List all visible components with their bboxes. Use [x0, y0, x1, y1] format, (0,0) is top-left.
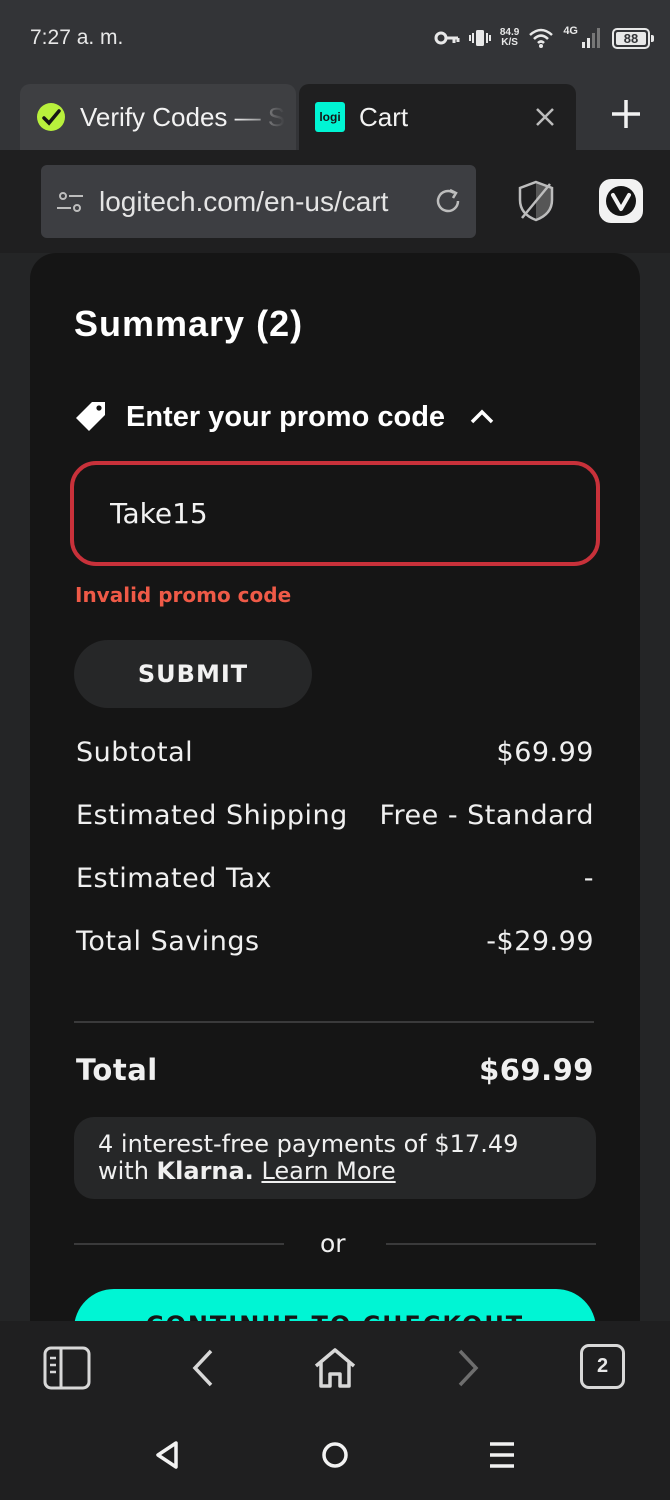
network-type: 4G — [563, 25, 578, 37]
row-value: $69.99 — [496, 737, 594, 768]
row-label: Estimated Shipping — [76, 800, 348, 831]
url-field[interactable]: logitech.com/en-us/cart — [41, 165, 476, 238]
promo-code-input[interactable] — [70, 461, 600, 566]
logi-favicon-text: logi — [319, 110, 341, 124]
subtotal-row: Subtotal $69.99 — [76, 737, 594, 768]
promo-toggle-label: Enter your promo code — [126, 400, 446, 433]
tab-switcher-button[interactable]: 2 — [580, 1344, 625, 1389]
tracker-blocker-shield-icon[interactable] — [514, 178, 558, 224]
verify-favicon-icon — [36, 102, 66, 132]
savings-row: Total Savings -$29.99 — [76, 926, 594, 957]
back-button[interactable] — [177, 1343, 227, 1393]
chevron-up-icon — [470, 409, 494, 424]
tab-title: Cart — [359, 101, 409, 132]
tab-count: 2 — [596, 1355, 609, 1377]
klarna-line1: 4 interest-free payments of $17.49 — [98, 1130, 519, 1158]
home-button[interactable] — [310, 1343, 360, 1393]
tab-strip: Verify Codes — S logi Cart — [0, 80, 670, 150]
tab-title: Verify Codes — S — [80, 101, 286, 132]
divider — [74, 1021, 594, 1023]
row-label: Total Savings — [76, 926, 260, 957]
forward-arrow-icon — [458, 1349, 479, 1387]
row-label: Estimated Tax — [76, 863, 273, 894]
panel-icon — [43, 1346, 91, 1390]
summary-title: Summary (2) — [74, 303, 304, 344]
system-recents-icon[interactable] — [482, 1435, 522, 1475]
signal-icon — [582, 28, 600, 48]
system-home-icon[interactable] — [315, 1435, 355, 1475]
status-icons: 84.9 K/S 4G 88 — [434, 22, 654, 54]
row-value: -$29.99 — [486, 926, 594, 957]
shipping-row: Estimated Shipping Free - Standard — [76, 800, 594, 831]
speed-unit: K/S — [501, 37, 518, 48]
tax-row: Estimated Tax - — [76, 863, 594, 894]
total-row: Total $69.99 — [76, 1053, 594, 1087]
url-text: logitech.com/en-us/cart — [99, 185, 389, 217]
site-settings-icon[interactable] — [55, 187, 85, 217]
row-value: - — [583, 863, 594, 894]
submit-promo-button[interactable]: SUBMIT — [74, 640, 312, 708]
forward-button[interactable] — [444, 1343, 494, 1393]
panel-toggle-button[interactable] — [42, 1343, 92, 1393]
vibrate-icon — [468, 30, 491, 46]
klarna-payment-info: 4 interest-free payments of $17.49 with … — [74, 1117, 596, 1199]
tab-cart[interactable]: logi Cart — [299, 84, 576, 150]
klarna-line2: with Klarna. Learn More — [98, 1158, 572, 1185]
or-divider-right — [386, 1243, 596, 1245]
row-label: Subtotal — [76, 737, 194, 768]
system-back-icon[interactable] — [148, 1435, 188, 1475]
logi-favicon-icon: logi — [315, 102, 345, 132]
continue-to-checkout-button[interactable]: CONTINUE TO CHECKOUT — [74, 1289, 596, 1321]
or-divider-left — [74, 1243, 284, 1245]
battery-icon: 88 — [612, 27, 654, 49]
home-icon — [314, 1348, 356, 1388]
reload-icon[interactable] — [432, 185, 464, 217]
tab-verify-codes[interactable]: Verify Codes — S — [20, 84, 296, 150]
total-label: Total — [76, 1053, 158, 1087]
row-value: Free - Standard — [379, 800, 594, 831]
summary-card: Summary (2) Enter your promo code Invali… — [30, 253, 640, 1321]
status-time: 7:27 a. m. — [30, 26, 124, 49]
total-value: $69.99 — [479, 1053, 594, 1087]
status-bar: 7:27 a. m. 84.9 K/S 4G 88 — [0, 0, 670, 80]
promo-error-message: Invalid promo code — [75, 583, 292, 607]
tag-icon — [76, 402, 105, 431]
learn-more-link[interactable]: Learn More — [261, 1157, 395, 1185]
or-separator-text: or — [320, 1229, 346, 1258]
klarna-brand: Klarna. — [156, 1157, 254, 1185]
new-tab-plus-icon[interactable] — [604, 92, 648, 136]
wifi-icon — [529, 28, 554, 48]
vivaldi-menu-icon[interactable] — [598, 178, 644, 224]
page-content: Summary (2) Enter your promo code Invali… — [0, 253, 670, 1321]
close-tab-icon[interactable] — [530, 102, 560, 132]
battery-level: 88 — [623, 30, 639, 46]
back-arrow-icon — [192, 1349, 213, 1387]
vpn-key-icon — [434, 31, 460, 45]
promo-code-toggle[interactable]: Enter your promo code — [74, 395, 495, 439]
address-bar-row: logitech.com/en-us/cart — [0, 150, 670, 253]
system-navigation-bar — [0, 1411, 670, 1500]
network-speed: 84.9 K/S — [500, 28, 519, 48]
klarna-with: with — [98, 1157, 157, 1185]
browser-toolbar: 2 — [0, 1321, 670, 1411]
